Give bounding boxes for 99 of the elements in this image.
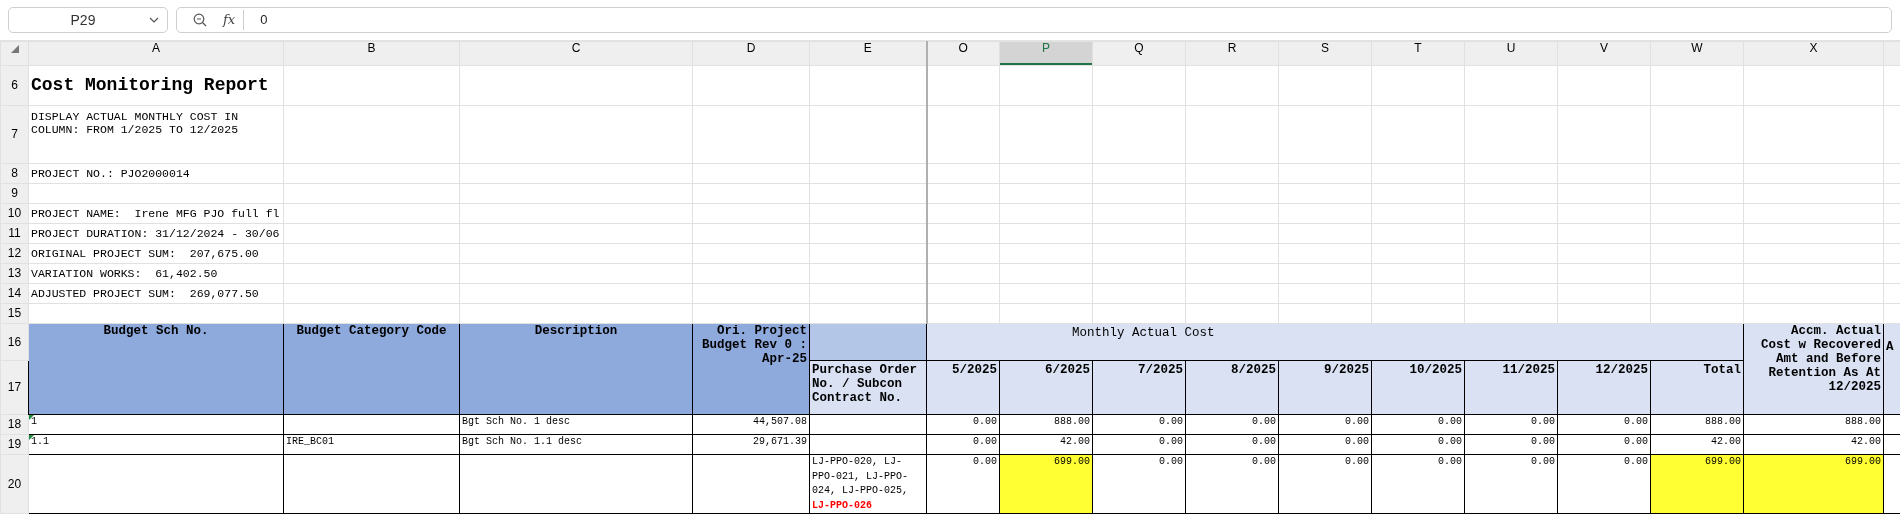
row-header[interactable]: 15 (0, 303, 29, 324)
row-header[interactable]: 7 (0, 105, 29, 164)
column-header[interactable]: R (1185, 41, 1279, 66)
table-cell: Bgt Sch No. 1.1 desc (459, 434, 693, 455)
column-header[interactable]: E (809, 41, 927, 66)
column-header[interactable]: V (1557, 41, 1651, 66)
table-cell: 44,507.08 (692, 414, 810, 435)
column-heading: Description (459, 323, 693, 415)
table-cell: 0.00 (1371, 454, 1465, 514)
table-cell: 0.00 (1464, 434, 1558, 455)
column-header[interactable]: A (28, 41, 284, 66)
table-cell: 0.00 (1464, 454, 1558, 514)
column-header[interactable]: Q (1092, 41, 1186, 66)
formula-value: 0 (260, 11, 268, 30)
table-cell: 0.00 (1185, 454, 1279, 514)
column-heading: 6/2025 (999, 360, 1093, 415)
row-header[interactable]: 12 (0, 243, 29, 264)
report-info: PROJECT DURATION: 31/12/2024 - 30/06 (28, 223, 284, 244)
table-cell: LJ-PPO-020, LJ-PPO-021, LJ-PPO-024, LJ-PPO-025, LJ-PPO-026 (809, 454, 927, 514)
table-cell: 0.00 (1092, 414, 1186, 435)
row-header[interactable]: 6 (0, 65, 29, 106)
column-heading: 8/2025 (1185, 360, 1279, 415)
row-header[interactable]: 11 (0, 223, 29, 244)
row-header[interactable]: 9 (0, 183, 29, 204)
column-header[interactable]: S (1278, 41, 1372, 66)
table-cell: 0.00 (1557, 414, 1651, 435)
row-header[interactable]: 17 (0, 360, 29, 415)
column-heading: 7/2025 (1092, 360, 1186, 415)
table-cell: 1 (28, 414, 284, 435)
column-header[interactable]: C (459, 41, 693, 66)
row-header[interactable]: 20 (0, 454, 29, 514)
table-cell: 29,671.39 (692, 434, 810, 455)
table-cell: IRE_BC01 (283, 434, 460, 455)
zoom-icon[interactable] (193, 13, 207, 27)
table-cell: 0.00 (1278, 434, 1372, 455)
column-header[interactable]: B (283, 41, 460, 66)
column-header[interactable]: O (926, 41, 1000, 66)
table-cell: 0.00 (1557, 434, 1651, 455)
column-heading: Purchase Order No. / Subcon Contract No. (809, 360, 927, 415)
function-label[interactable]: fx (223, 10, 245, 30)
group-heading: Monthly Actual Cost (926, 323, 1744, 361)
row-header[interactable]: 19 (0, 434, 29, 455)
report-info: PROJECT NAME: Irene MFG PJO full fl (28, 203, 284, 224)
report-info: ADJUSTED PROJECT SUM: 269,077.50 (28, 283, 284, 304)
report-title: Cost Monitoring Report (28, 65, 284, 106)
table-cell: 0.00 (1185, 434, 1279, 455)
column-heading: 9/2025 (1278, 360, 1372, 415)
row-header[interactable]: 13 (0, 263, 29, 284)
column-heading: 10/2025 (1371, 360, 1465, 415)
column-heading: 5/2025 (926, 360, 1000, 415)
table-cell: 888.00 (1650, 414, 1744, 435)
column-heading: Ori. Project Budget Rev 0 : Apr-25 (692, 323, 810, 415)
table-cell: 0.00 (926, 414, 1000, 435)
column-header[interactable]: U (1464, 41, 1558, 66)
report-info: VARIATION WORKS: 61,402.50 (28, 263, 284, 284)
row-header[interactable]: 8 (0, 163, 29, 184)
table-cell: 699.00 (999, 454, 1093, 514)
column-heading: Total (1650, 360, 1744, 415)
formula-bar[interactable]: fx 0 (176, 7, 1892, 33)
report-info: ORIGINAL PROJECT SUM: 207,675.00 (28, 243, 284, 264)
table-cell: 42.00 (1650, 434, 1744, 455)
table-cell: 42.00 (1743, 434, 1884, 455)
table-cell: 0.00 (1278, 414, 1372, 435)
table-cell: 0.00 (926, 454, 1000, 514)
column-header[interactable]: W (1650, 41, 1744, 66)
row-header[interactable]: 10 (0, 203, 29, 224)
table-cell: 888.00 (999, 414, 1093, 435)
table-cell: 0.00 (1092, 434, 1186, 455)
table-cell: 0.00 (1278, 454, 1372, 514)
dropdown-caret-icon (149, 17, 159, 23)
column-header[interactable]: T (1371, 41, 1465, 66)
row-header[interactable]: 14 (0, 283, 29, 304)
column-heading: 12/2025 (1557, 360, 1651, 415)
table-cell: 0.00 (926, 434, 1000, 455)
table-cell: 0.00 (1185, 414, 1279, 435)
table-cell: 0.00 (1092, 454, 1186, 514)
name-box[interactable]: P29 (8, 7, 168, 33)
table-cell: 0.00 (1557, 454, 1651, 514)
report-info: PROJECT NO.: PJO2000014 (28, 163, 284, 184)
column-heading: 11/2025 (1464, 360, 1558, 415)
table-cell: 699.00 (1743, 454, 1884, 514)
row-header[interactable]: 16 (0, 323, 29, 361)
table-cell: 0.00 (1371, 414, 1465, 435)
column-header[interactable]: P (999, 41, 1093, 66)
table-cell: 0.00 (1464, 414, 1558, 435)
table-cell: 42.00 (999, 434, 1093, 455)
table-cell: 0.00 (1371, 434, 1465, 455)
table-cell: 699.00 (1650, 454, 1744, 514)
select-all-icon[interactable] (10, 44, 19, 53)
row-header[interactable]: 18 (0, 414, 29, 435)
table-cell: 1.1 (28, 434, 284, 455)
column-heading: Accm. Actual Cost w Recovered Amt and Before Retention As At 12/2025 (1759, 324, 1881, 394)
table-cell: 888.00 (1743, 414, 1884, 435)
table-cell: Bgt Sch No. 1 desc (459, 414, 693, 435)
report-note: DISPLAY ACTUAL MONTHLY COST IN COLUMN: FROM 1/2025 TO 12/2025 (31, 109, 240, 136)
column-header[interactable]: X (1743, 41, 1884, 66)
column-header[interactable]: D (692, 41, 810, 66)
column-heading: Budget Sch No. (28, 323, 284, 415)
column-heading: Budget Category Code (283, 323, 460, 415)
